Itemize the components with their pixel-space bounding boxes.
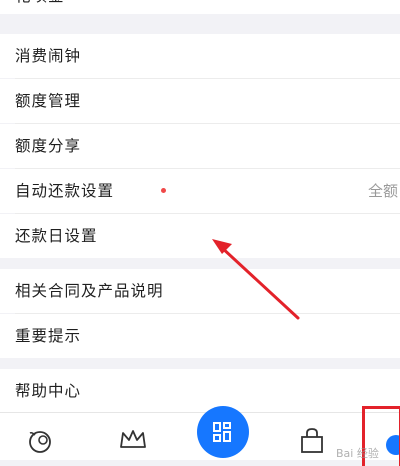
scan-icon — [211, 420, 235, 448]
menu-item-repay-date-settings[interactable]: 还款日设置 — [0, 214, 400, 258]
menu-item-label: 自动还款设置 — [15, 182, 115, 200]
menu-item-spending-alarm[interactable]: 消费闹钟 — [0, 34, 400, 78]
menu-item-label: 帮助中心 — [15, 382, 82, 400]
bag-icon[interactable] — [298, 427, 326, 459]
menu-item-contracts[interactable]: 相关合同及产品说明 — [0, 269, 400, 313]
menu-item-label: 相关合同及产品说明 — [15, 282, 164, 300]
menu-item-auto-repay-settings[interactable]: 自动还款设置 全额 — [0, 169, 400, 213]
menu-item-huabei-gold[interactable]: 花呗金 — [0, 0, 400, 14]
menu-item-label: 重要提示 — [15, 327, 82, 345]
new-badge-dot — [161, 188, 166, 193]
crown-icon[interactable] — [118, 427, 148, 457]
menu-item-label: 花呗金 — [15, 0, 65, 14]
menu-item-label: 还款日设置 — [15, 227, 98, 245]
menu-item-important-notice[interactable]: 重要提示 — [0, 314, 400, 358]
watermark: Bai 经验 — [336, 447, 379, 460]
menu-item-label: 额度分享 — [15, 137, 82, 155]
menu-item-limit-management[interactable]: 额度管理 — [0, 79, 400, 123]
menu-item-label: 额度管理 — [15, 92, 82, 110]
menu-item-help-center[interactable]: 帮助中心 — [0, 369, 400, 413]
menu-item-label: 消费闹钟 — [15, 47, 82, 65]
auto-repay-value: 全额 — [368, 182, 399, 200]
menu-item-limit-sharing[interactable]: 额度分享 — [0, 124, 400, 168]
mascot-icon[interactable] — [26, 427, 54, 459]
scan-button[interactable] — [197, 406, 249, 458]
